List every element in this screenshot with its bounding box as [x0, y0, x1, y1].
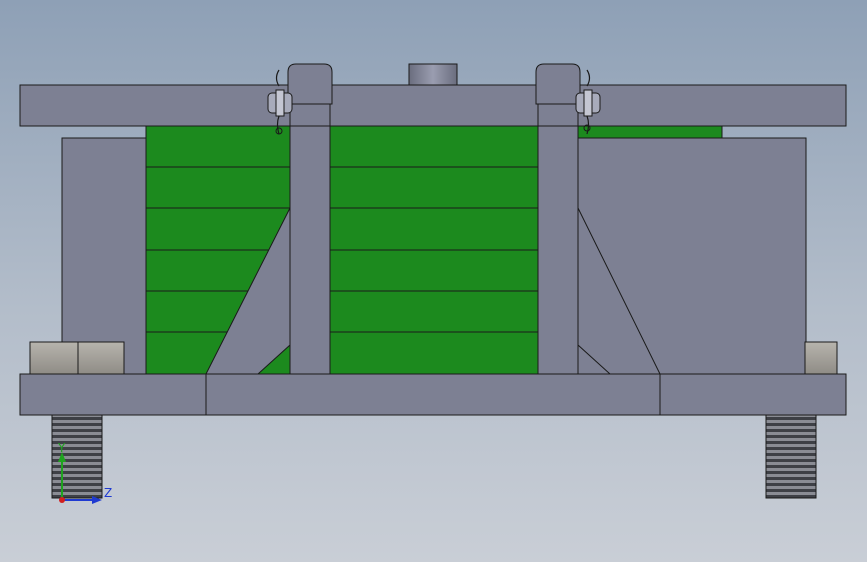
y-axis-label: Y — [57, 441, 66, 455]
assembly-front-view: Y Z — [19, 63, 847, 504]
right-vertical-post — [537, 103, 579, 375]
center-boss — [408, 63, 458, 86]
left-bolt-thread — [51, 413, 103, 499]
right-bolt-thread — [765, 413, 817, 499]
origin-marker — [59, 497, 65, 503]
z-axis-label: Z — [104, 486, 112, 500]
left-vertical-post — [289, 103, 331, 375]
left-hex-nuts — [29, 341, 125, 375]
left-side-block — [61, 137, 147, 375]
base-plate — [19, 373, 847, 416]
right-hex-nut — [804, 341, 838, 375]
cad-viewport[interactable]: Y Z — [0, 0, 867, 562]
top-plate — [19, 84, 847, 127]
